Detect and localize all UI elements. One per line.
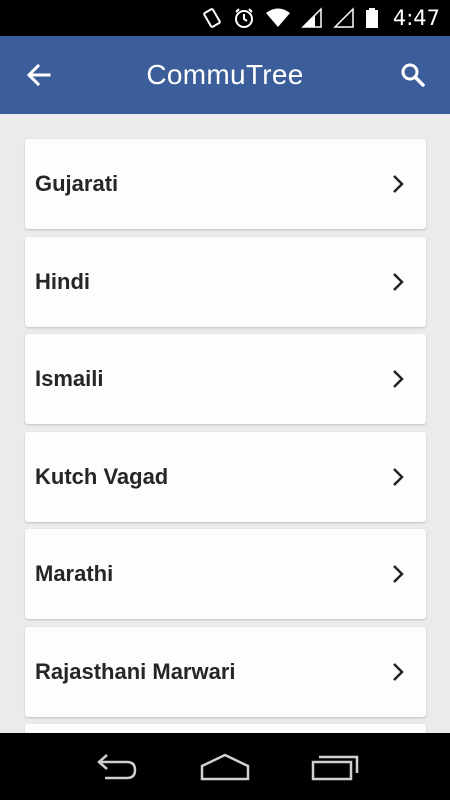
search-button[interactable] xyxy=(396,58,430,92)
list-item-label: Kutch Vagad xyxy=(35,463,169,489)
wifi-icon xyxy=(265,6,291,30)
list-item-label: Gujarati xyxy=(35,171,119,196)
system-nav-bar xyxy=(0,733,450,800)
no-signal-icon xyxy=(333,6,355,30)
chevron-right-icon xyxy=(388,562,408,586)
recents-nav-icon xyxy=(311,755,359,780)
nav-home-button[interactable] xyxy=(195,747,255,787)
vibrate-icon xyxy=(201,6,223,30)
chevron-right-icon xyxy=(388,367,408,391)
back-nav-icon xyxy=(97,753,137,779)
list-item[interactable]: Marathi xyxy=(25,529,426,619)
list-item-label: Rajasthani Marwari xyxy=(35,658,236,684)
chevron-right-icon xyxy=(388,660,408,684)
app-bar: CommuTree xyxy=(0,36,450,114)
chevron-right-icon xyxy=(388,270,408,294)
list-item[interactable]: Kutch Vagad xyxy=(25,431,426,522)
page-title: CommuTree xyxy=(146,59,304,90)
list-item-label: Ismaili xyxy=(35,366,104,391)
signal-icon xyxy=(301,6,323,30)
list-item-label: Marathi xyxy=(35,561,114,586)
alarm-icon xyxy=(233,6,255,30)
list-item[interactable]: Hindi xyxy=(25,236,426,327)
status-bar: 4:47 xyxy=(0,0,450,36)
list-item[interactable]: Gujarati xyxy=(25,139,426,229)
battery-icon xyxy=(365,6,379,30)
chevron-right-icon xyxy=(388,172,408,196)
community-list: Gujarati Hindi Ismaili Kutch Vagad Marat… xyxy=(25,139,426,733)
chevron-right-icon xyxy=(388,465,408,489)
list-item[interactable]: Ismaili xyxy=(25,334,426,424)
home-nav-icon xyxy=(200,753,250,780)
nav-recents-button[interactable] xyxy=(305,747,365,787)
search-icon xyxy=(401,63,425,87)
content-area[interactable]: Gujarati Hindi Ismaili Kutch Vagad Marat… xyxy=(0,114,450,733)
list-item-label: Hindi xyxy=(35,268,90,294)
list-item[interactable]: Rajasthani Marwari xyxy=(25,626,426,717)
status-time: 4:47 xyxy=(392,6,440,30)
nav-back-button[interactable] xyxy=(85,747,145,787)
list-item[interactable] xyxy=(25,724,426,733)
